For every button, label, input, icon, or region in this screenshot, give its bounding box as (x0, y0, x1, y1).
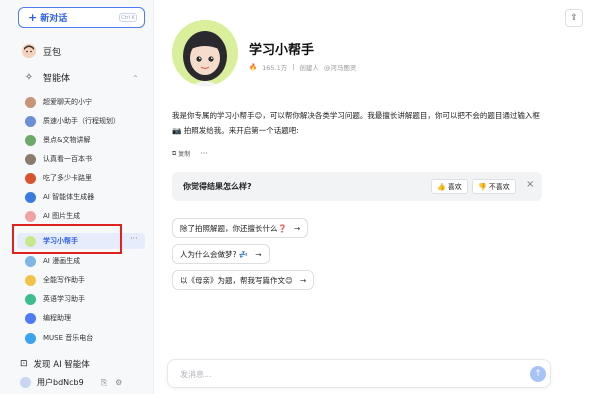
sidebar: + 新对话 Ctrl K 豆包 ✧ 智能体 ⌃ 超爱聊天的小宁质速小助手（行程规… (0, 0, 154, 394)
bot-avatar (172, 20, 238, 86)
agent-label: 编程助理 (43, 314, 71, 322)
agent-label: 学习小帮手 (43, 237, 78, 245)
sidebar-agent-item[interactable]: 英语学习助手 (25, 292, 85, 306)
more-actions-button[interactable]: ··· (200, 149, 208, 158)
agent-avatar-icon (25, 274, 36, 286)
doubao-avatar-icon (22, 44, 36, 58)
dislike-label: 不喜欢 (488, 182, 510, 191)
agent-avatar-icon (25, 235, 36, 247)
sidebar-item-doubao[interactable]: 豆包 (22, 43, 61, 59)
like-button[interactable]: 👍 喜欢 (431, 179, 468, 194)
creator-name[interactable]: @河马图灵 (324, 62, 357, 72)
sidebar-agent-item[interactable]: 景点&文物讲解 (25, 133, 90, 147)
copy-icon: ⧉ (172, 149, 177, 157)
sidebar-agent-item[interactable]: 超爱聊天的小宁 (25, 95, 92, 109)
user-avatar-icon (20, 377, 31, 388)
agent-label: 超爱聊天的小宁 (43, 98, 92, 106)
sidebar-agent-item[interactable]: 全能写作助手 (25, 273, 85, 287)
dislike-button[interactable]: 👎 不喜欢 (472, 179, 516, 194)
suggestion-text: 以《母亲》为题，帮我写篇作文😊 (180, 275, 293, 285)
sidebar-item-agents[interactable]: ✧ 智能体 (22, 69, 70, 85)
agent-label: 吃了多少卡路里 (43, 174, 92, 182)
agent-avatar-icon (25, 115, 36, 127)
share-button[interactable]: ⇪ (565, 9, 583, 27)
suggestion-text: 除了拍照解题，你还擅长什么❓ (180, 223, 287, 233)
agent-label: 认真看一百本书 (43, 155, 92, 163)
arrow-right-icon: → (299, 275, 307, 285)
sparkle-icon: ✧ (24, 71, 34, 83)
new-chat-button[interactable]: + 新对话 Ctrl K (18, 7, 145, 28)
agent-label: AI 智能体生成器 (43, 193, 95, 201)
plus-icon: + (28, 11, 38, 24)
agent-label: 景点&文物讲解 (43, 136, 91, 144)
sidebar-agent-item[interactable]: AI 漫画生成 (25, 254, 80, 268)
arrow-right-icon: → (255, 249, 262, 259)
sidebar-item-label: 豆包 (43, 47, 62, 58)
agent-avatar-icon (25, 312, 36, 324)
agent-avatar-icon (25, 210, 36, 222)
thumbs-up-icon: 👍 (437, 182, 446, 191)
arrow-right-icon: → (293, 223, 301, 233)
suggestion-text: 人为什么会做梦? 💤 (180, 249, 249, 259)
copy-label: 复制 (178, 151, 191, 158)
agent-label: 质速小助手（行程规划） (43, 117, 120, 125)
copy-button[interactable]: ⧉ 复制 (172, 149, 191, 159)
agent-avatar-icon (25, 134, 36, 146)
close-icon[interactable]: × (526, 179, 534, 190)
thumbs-down-icon: 👎 (478, 182, 487, 191)
bot-meta: 🔥 165.1万 | 创建人 @河马图灵 (249, 62, 356, 72)
agent-avatar-icon (25, 172, 36, 184)
like-label: 喜欢 (447, 182, 462, 191)
sidebar-agent-item[interactable]: 学习小帮手 (25, 234, 78, 248)
share-icon: ⇪ (570, 13, 578, 23)
meta-separator: | (292, 63, 295, 71)
sidebar-agent-item[interactable]: 吃了多少卡路里 (25, 171, 92, 185)
sidebar-agent-item[interactable]: AI 图片生成 (25, 209, 80, 223)
agent-avatar-icon (25, 191, 36, 203)
agent-label: 全能写作助手 (43, 276, 85, 284)
user-name: 用户bdNcb9 (37, 378, 84, 387)
sidebar-agent-item[interactable]: AI 智能体生成器 (25, 190, 94, 204)
agent-label: 英语学习助手 (43, 295, 85, 303)
feedback-question: 你觉得结果怎么样? (183, 182, 252, 191)
discover-label: 发现 AI 智能体 (33, 360, 90, 370)
user-profile[interactable]: 用户bdNcb9 ⎘ ⚙ (20, 377, 122, 388)
notification-icon[interactable]: ⎘ (101, 378, 107, 388)
agent-label: AI 漫画生成 (43, 257, 81, 265)
agent-avatar-icon (25, 96, 36, 108)
agent-label: MUSE 音乐电台 (43, 334, 94, 342)
agent-avatar-icon (25, 255, 36, 267)
agent-avatar-icon (25, 293, 36, 305)
arrow-up-icon: ↑ (534, 369, 542, 379)
more-options-button[interactable]: ··· (130, 234, 138, 243)
suggestion-chip[interactable]: 人为什么会做梦? 💤 → (172, 244, 270, 264)
creator-label: 创建人 (299, 64, 319, 72)
sidebar-item-label: 智能体 (43, 73, 71, 84)
shortcut-hint: Ctrl K (119, 13, 137, 22)
discover-agents-link[interactable]: ⊡ 发现 AI 智能体 (20, 358, 90, 370)
sidebar-agent-item[interactable]: 认真看一百本书 (25, 152, 92, 166)
sidebar-agent-item[interactable]: 编程助理 (25, 311, 71, 325)
suggestion-chip[interactable]: 以《母亲》为题，帮我写篇作文😊 → (172, 270, 315, 290)
fire-icon: 🔥 (249, 63, 258, 71)
composer-placeholder[interactable]: 发消息... (180, 369, 212, 380)
bot-heat: 165.1万 (262, 64, 288, 72)
new-chat-label: 新对话 (40, 14, 68, 24)
sidebar-agent-item[interactable]: 质速小助手（行程规划） (25, 114, 120, 128)
agent-avatar-icon (25, 332, 36, 344)
agent-label: AI 图片生成 (43, 212, 81, 220)
discover-icon: ⊡ (20, 359, 28, 369)
sidebar-agent-item[interactable]: MUSE 音乐电台 (25, 331, 93, 345)
message-composer[interactable]: 发消息... ↑ (167, 359, 551, 388)
message-actions: ⧉ 复制 ··· (172, 149, 208, 158)
suggestion-chip[interactable]: 除了拍照解题，你还擅长什么❓ → (172, 218, 309, 238)
bot-intro-message: 我是你专属的学习小帮手😊，可以帮你解决各类学习问题。我最擅长讲解题目，你可以把不… (172, 111, 540, 135)
chevron-up-icon[interactable]: ⌃ (132, 74, 139, 83)
agent-avatar-icon (25, 153, 36, 165)
feedback-card: 你觉得结果怎么样? 👍 喜欢 👎 不喜欢 × (172, 172, 542, 201)
settings-gear-icon[interactable]: ⚙ (115, 378, 122, 387)
sidebar-footer: ⊡ 发现 AI 智能体 用户bdNcb9 ⎘ ⚙ (0, 355, 154, 394)
bot-title: 学习小帮手 (249, 43, 315, 58)
send-button[interactable]: ↑ (530, 366, 546, 382)
